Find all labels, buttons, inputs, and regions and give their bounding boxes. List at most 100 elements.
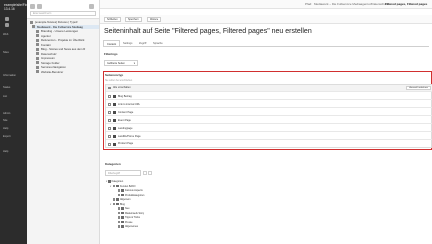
module-item-site[interactable]: Site	[3, 119, 7, 122]
category-icon	[121, 225, 124, 228]
checkbox[interactable]	[118, 216, 121, 219]
select-all-label: Alle umschalten	[113, 86, 131, 89]
category-icon	[121, 207, 124, 210]
tree-node[interactable]: Website-Benutzer	[36, 70, 63, 74]
path-bar: Pfad: Mediawerk – Die Fullservice Mediaa…	[100, 0, 432, 9]
category-icon	[121, 189, 124, 192]
category-node[interactable]: Madeinwerk Story	[115, 212, 144, 216]
toggle-icon[interactable]: ▾	[110, 185, 112, 189]
tree-node-label: [example.fixtures] Fixtures | Typo3	[35, 20, 78, 24]
page-module-icon[interactable]	[5, 17, 9, 21]
checkbox[interactable]	[108, 119, 111, 122]
checkbox[interactable]	[113, 184, 116, 188]
list-item[interactable]: Event Page	[106, 118, 432, 125]
list-item[interactable]: Landingpage	[106, 126, 432, 133]
toggle-icon[interactable]: ▾	[110, 203, 112, 207]
tree-node[interactable]: Storage Folder	[36, 61, 60, 65]
tree-node[interactable]: Datenschutz	[36, 52, 57, 56]
filter-select-value: Gefilterte Seiten	[107, 62, 125, 65]
select-all-checkbox[interactable]	[108, 86, 111, 90]
tree-node-home[interactable]: Mediawerk - Die Fullservice Mediaag	[32, 24, 99, 29]
site-icon	[30, 20, 33, 24]
pagetype-list: Alle umschalten Auswahl umkehren Blog Be…	[105, 84, 432, 148]
module-item-information[interactable]: Information	[3, 74, 16, 77]
category-node[interactable]: Famous Aspects	[115, 189, 143, 193]
module-item-help-2[interactable]: Help	[3, 150, 8, 153]
more-button[interactable]: Weitere	[147, 17, 162, 22]
category-label: Produktkategorien	[124, 193, 145, 197]
blog-icon	[113, 95, 116, 99]
link-icon	[113, 103, 116, 107]
list-item-label: Content Page	[118, 110, 134, 114]
breadcrumb[interactable]: Mediawerk – Die Fullservice Mediaagentur…	[314, 1, 389, 7]
tree-node[interactable]: Agentur	[36, 34, 51, 38]
tree-node-label: Kontakt	[41, 42, 51, 47]
category-node[interactable]: Neu	[115, 207, 129, 211]
category-node[interactable]: Presse	[115, 221, 132, 225]
tree-node-label: Referenzen - Projekte im Überblick	[41, 38, 85, 42]
save-button[interactable]: Speichern	[125, 17, 142, 22]
checkbox[interactable]	[118, 225, 121, 228]
tree-node-label: Agentur	[41, 33, 51, 38]
module-item-status[interactable]: Status	[3, 86, 10, 89]
list-item[interactable]: Landlife/Home Page	[106, 134, 432, 141]
path-label: Pfad:	[305, 2, 313, 6]
checkbox[interactable]	[108, 111, 111, 114]
checkbox[interactable]	[118, 207, 121, 210]
checkbox[interactable]	[108, 135, 111, 138]
category-node[interactable]: Tipps & Tricks	[115, 216, 140, 220]
filter-icon[interactable]	[37, 4, 42, 9]
page-icon	[36, 29, 39, 33]
filter-select[interactable]: Gefilterte Seiten ▾	[104, 60, 138, 66]
module-item-help[interactable]: Help	[3, 127, 8, 130]
category-label: Allgemeines	[124, 225, 139, 228]
category-node[interactable]: ▾ Blog	[110, 203, 125, 207]
module-item-list[interactable]: List	[3, 95, 7, 98]
tree-filter-input[interactable]: Enter search term	[30, 11, 96, 16]
category-label: Famous Aspects	[124, 189, 143, 192]
more-icon[interactable]	[89, 4, 94, 9]
checkbox[interactable]	[113, 198, 116, 201]
collapse-all-icon[interactable]	[148, 171, 152, 175]
checkbox[interactable]	[108, 143, 111, 146]
checkbox[interactable]	[108, 103, 111, 106]
category-node[interactable]: ▾ Kategorien	[106, 180, 123, 184]
category-node[interactable]: Allgemeines	[115, 225, 138, 229]
list-item-label: Blog Beitrag	[118, 94, 132, 98]
tree-node-root[interactable]: [example.fixtures] Fixtures | Typo3	[30, 20, 78, 24]
category-node[interactable]: Allgemein	[110, 198, 130, 202]
list-item[interactable]: Product Page	[106, 141, 432, 148]
product-icon	[113, 142, 116, 146]
list-item[interactable]: Blog Beitrag	[106, 94, 432, 101]
invert-selection-button[interactable]: Auswahl umkehren	[406, 86, 431, 91]
module-item-web[interactable]: Web	[3, 33, 8, 36]
checkbox[interactable]	[108, 95, 111, 98]
module-item-export[interactable]: Export	[3, 135, 11, 138]
checkbox[interactable]	[118, 211, 121, 215]
list-item[interactable]: Content Page	[106, 110, 432, 117]
checkbox[interactable]	[113, 202, 116, 206]
checkbox[interactable]	[118, 220, 121, 224]
document-toolbar: Schließen Speichern Weitere	[100, 15, 432, 24]
checkbox[interactable]	[118, 189, 121, 192]
close-button[interactable]: Schließen	[104, 17, 121, 22]
list-item[interactable]: Link to internal URL	[106, 102, 432, 109]
expand-all-icon[interactable]	[143, 171, 147, 175]
category-node[interactable]: Produktkategorien	[115, 194, 144, 198]
new-page-icon[interactable]	[30, 4, 35, 9]
page-icon	[36, 52, 39, 56]
tree-node[interactable]: Branding - Unsere Leistungen	[36, 29, 78, 33]
tree-node[interactable]: Kontakt	[36, 43, 51, 47]
module-item-sites[interactable]: Sites	[3, 51, 9, 54]
landingpage-icon	[113, 127, 116, 131]
tree-node[interactable]: Referenzen - Projekte im Überblick	[36, 38, 84, 42]
checkbox[interactable]	[118, 193, 121, 197]
list-module-icon[interactable]	[5, 23, 9, 27]
tree-node[interactable]: Blog - Stories und News aus dem R	[36, 47, 85, 51]
category-search-input[interactable]: Filterbegriff	[105, 170, 141, 176]
tree-node[interactable]: Services-Navigation	[36, 65, 66, 69]
module-item-admin[interactable]: Admin	[3, 112, 10, 115]
checkbox[interactable]	[108, 127, 111, 130]
tree-node[interactable]: Impressum	[36, 56, 55, 60]
category-node[interactable]: ▾ Kunden BAKO	[110, 185, 136, 189]
